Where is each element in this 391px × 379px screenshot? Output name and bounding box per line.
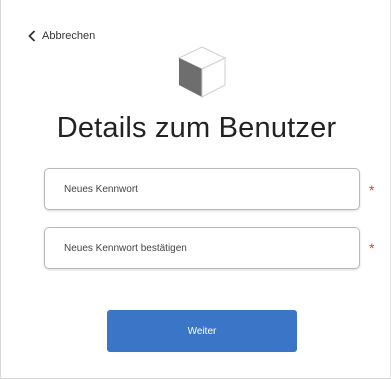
required-indicator: * xyxy=(369,240,375,256)
required-indicator: * xyxy=(369,182,375,198)
cancel-back-link[interactable]: Abbrechen xyxy=(28,30,95,42)
dialog-panel: Abbrechen Details zum Benutzer * * Weite… xyxy=(0,0,391,379)
confirm-password-field[interactable] xyxy=(44,227,360,269)
page-title: Details zum Benutzer xyxy=(56,112,337,144)
cube-icon xyxy=(175,42,229,102)
new-password-field[interactable] xyxy=(44,168,360,210)
confirm-password-input[interactable] xyxy=(45,228,359,268)
cancel-label: Abbrechen xyxy=(42,30,96,42)
new-password-input[interactable] xyxy=(45,169,359,209)
chevron-left-icon xyxy=(28,30,36,42)
continue-button[interactable]: Weiter xyxy=(107,310,297,352)
